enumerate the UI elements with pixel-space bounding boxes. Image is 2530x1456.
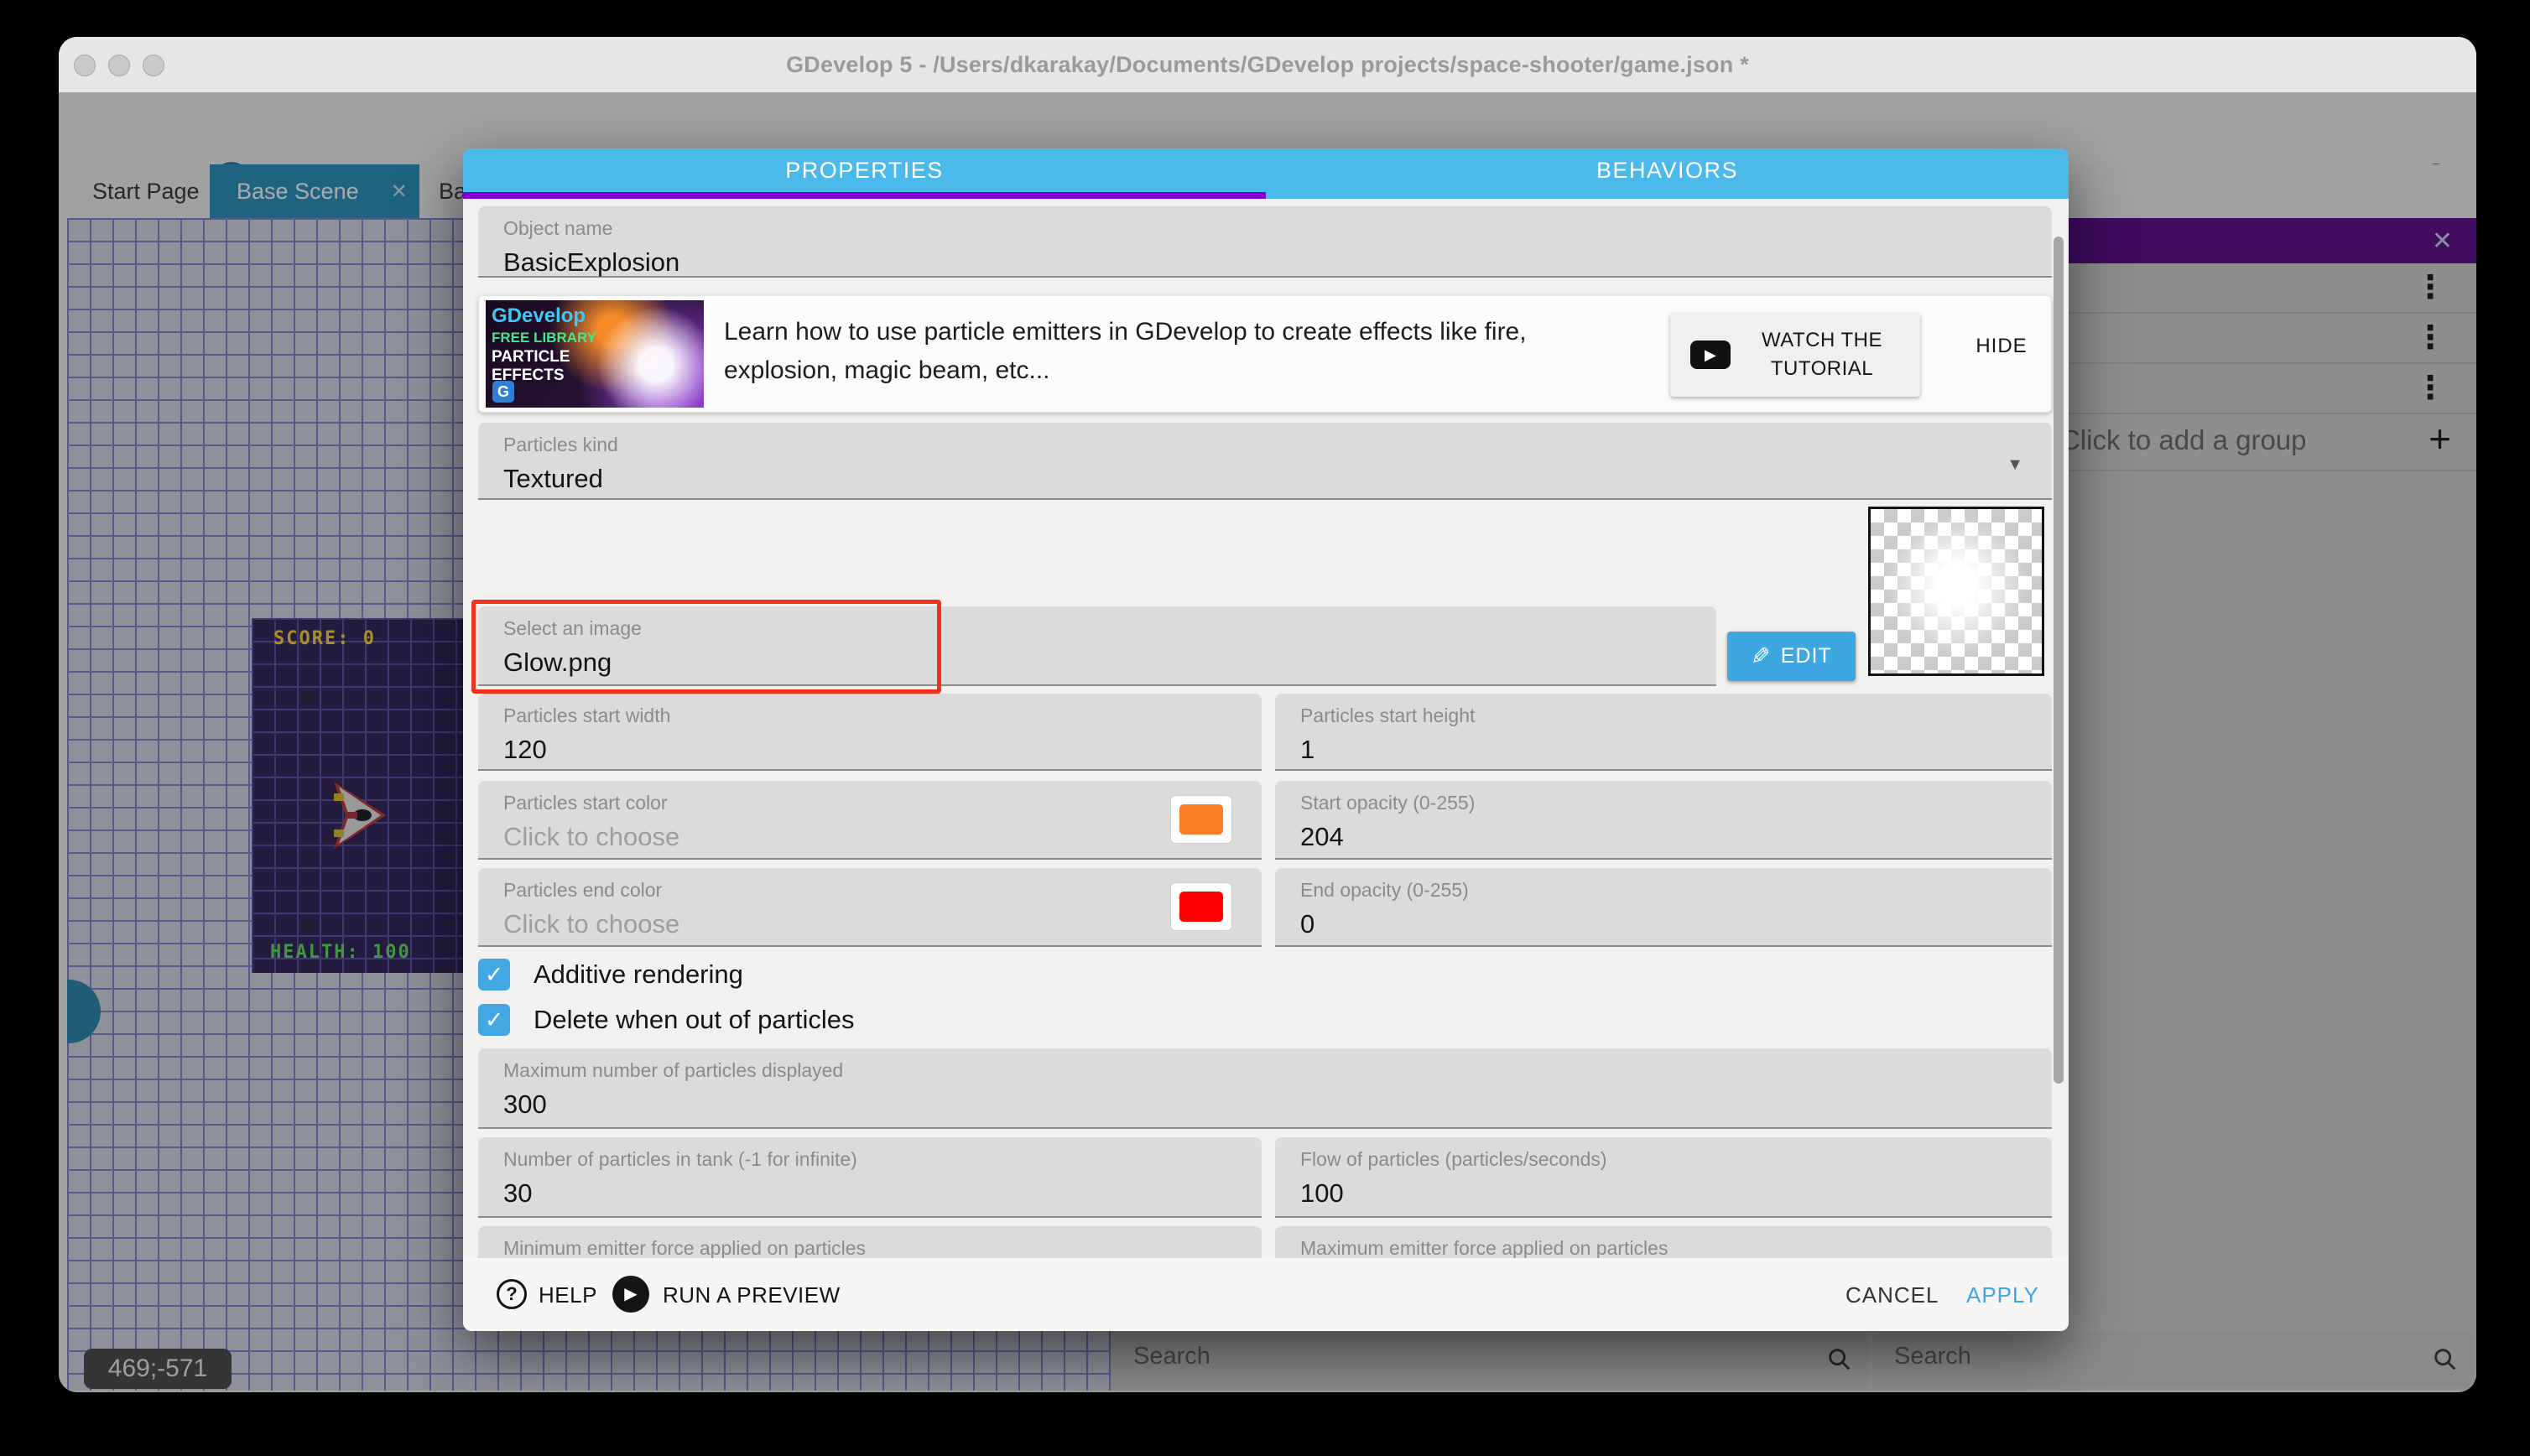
start-color-swatch[interactable] (1170, 795, 1232, 844)
delete-when-out-checkbox[interactable]: ✓ (478, 1004, 510, 1036)
apply-button[interactable]: APPLY (1966, 1282, 2039, 1308)
tutorial-banner: GDevelop FREE LIBRARY PARTICLE EFFECTS G… (478, 295, 2052, 413)
end-color-value (1179, 892, 1223, 922)
end-color-swatch[interactable] (1170, 882, 1232, 931)
start-color-field[interactable]: Particles start color Click to choose (478, 781, 1262, 860)
additive-rendering-label: Additive rendering (534, 959, 743, 991)
gdevelop-logo: G (492, 381, 514, 403)
start-opacity-field[interactable]: Start opacity (0-255) 204 (1275, 781, 2052, 860)
app-window: ↩ ↪ 1:1 Start Page Base Scene ✕ Ba SCORE… (59, 37, 2476, 1392)
start-color-value (1179, 804, 1223, 835)
window-title: GDevelop 5 - /Users/dkarakay/Documents/G… (59, 52, 2476, 78)
end-opacity-field[interactable]: End opacity (0-255) 0 (1275, 868, 2052, 947)
brush-icon: ✎ (1751, 642, 1770, 670)
hide-banner-button[interactable]: HIDE (1955, 335, 2048, 358)
window-titlebar: GDevelop 5 - /Users/dkarakay/Documents/G… (59, 37, 2476, 92)
run-preview-icon[interactable]: ▶ (612, 1276, 649, 1313)
annotation-highlight-box (471, 600, 941, 694)
edit-image-button[interactable]: ✎ EDIT (1727, 632, 1856, 681)
end-color-field[interactable]: Particles end color Click to choose (478, 868, 1262, 947)
particle-texture-preview (1868, 507, 2044, 676)
tab-behaviors[interactable]: BEHAVIORS (1266, 148, 2069, 192)
max-particles-field[interactable]: Maximum number of particles displayed 30… (478, 1048, 2052, 1129)
object-properties-dialog: PROPERTIES BEHAVIORS Object name BasicEx… (463, 148, 2069, 1331)
min-force-field[interactable]: Minimum emitter force applied on particl… (478, 1226, 1262, 1258)
flow-field[interactable]: Flow of particles (particles/seconds) 10… (1275, 1137, 2052, 1218)
particles-kind-select[interactable]: Particles kind Textured ▼ (478, 423, 2052, 500)
help-icon[interactable]: ? (497, 1279, 527, 1309)
help-button[interactable]: HELP (539, 1282, 597, 1308)
object-name-field[interactable]: Object name BasicExplosion (478, 206, 2052, 278)
dialog-body: Object name BasicExplosion GDevelop FREE… (463, 199, 2069, 1258)
youtube-play-icon: ▶ (1690, 341, 1731, 369)
tab-properties[interactable]: PROPERTIES (463, 148, 1266, 192)
additive-rendering-checkbox[interactable]: ✓ (478, 959, 510, 991)
tutorial-description: Learn how to use particle emitters in GD… (724, 313, 1638, 390)
tank-field[interactable]: Number of particles in tank (-1 for infi… (478, 1137, 1262, 1218)
chevron-down-icon: ▼ (2007, 455, 2023, 475)
watch-tutorial-button[interactable]: ▶ WATCH THE TUTORIAL (1670, 313, 1920, 397)
cancel-button[interactable]: CANCEL (1845, 1282, 1939, 1308)
dialog-scrollbar[interactable] (2054, 237, 2064, 1084)
run-preview-button[interactable]: RUN A PREVIEW (663, 1282, 841, 1308)
start-height-field[interactable]: Particles start height 1 (1275, 694, 2052, 771)
dialog-tab-bar: PROPERTIES BEHAVIORS (463, 148, 2069, 199)
tutorial-thumbnail[interactable]: GDevelop FREE LIBRARY PARTICLE EFFECTS G (486, 300, 704, 408)
dialog-footer: ? HELP ▶ RUN A PREVIEW CANCEL APPLY (463, 1258, 2069, 1331)
start-width-field[interactable]: Particles start width 120 (478, 694, 1262, 771)
active-tab-indicator (463, 192, 1266, 199)
delete-when-out-label: Delete when out of particles (534, 1004, 855, 1036)
max-force-field[interactable]: Maximum emitter force applied on particl… (1275, 1226, 2052, 1258)
